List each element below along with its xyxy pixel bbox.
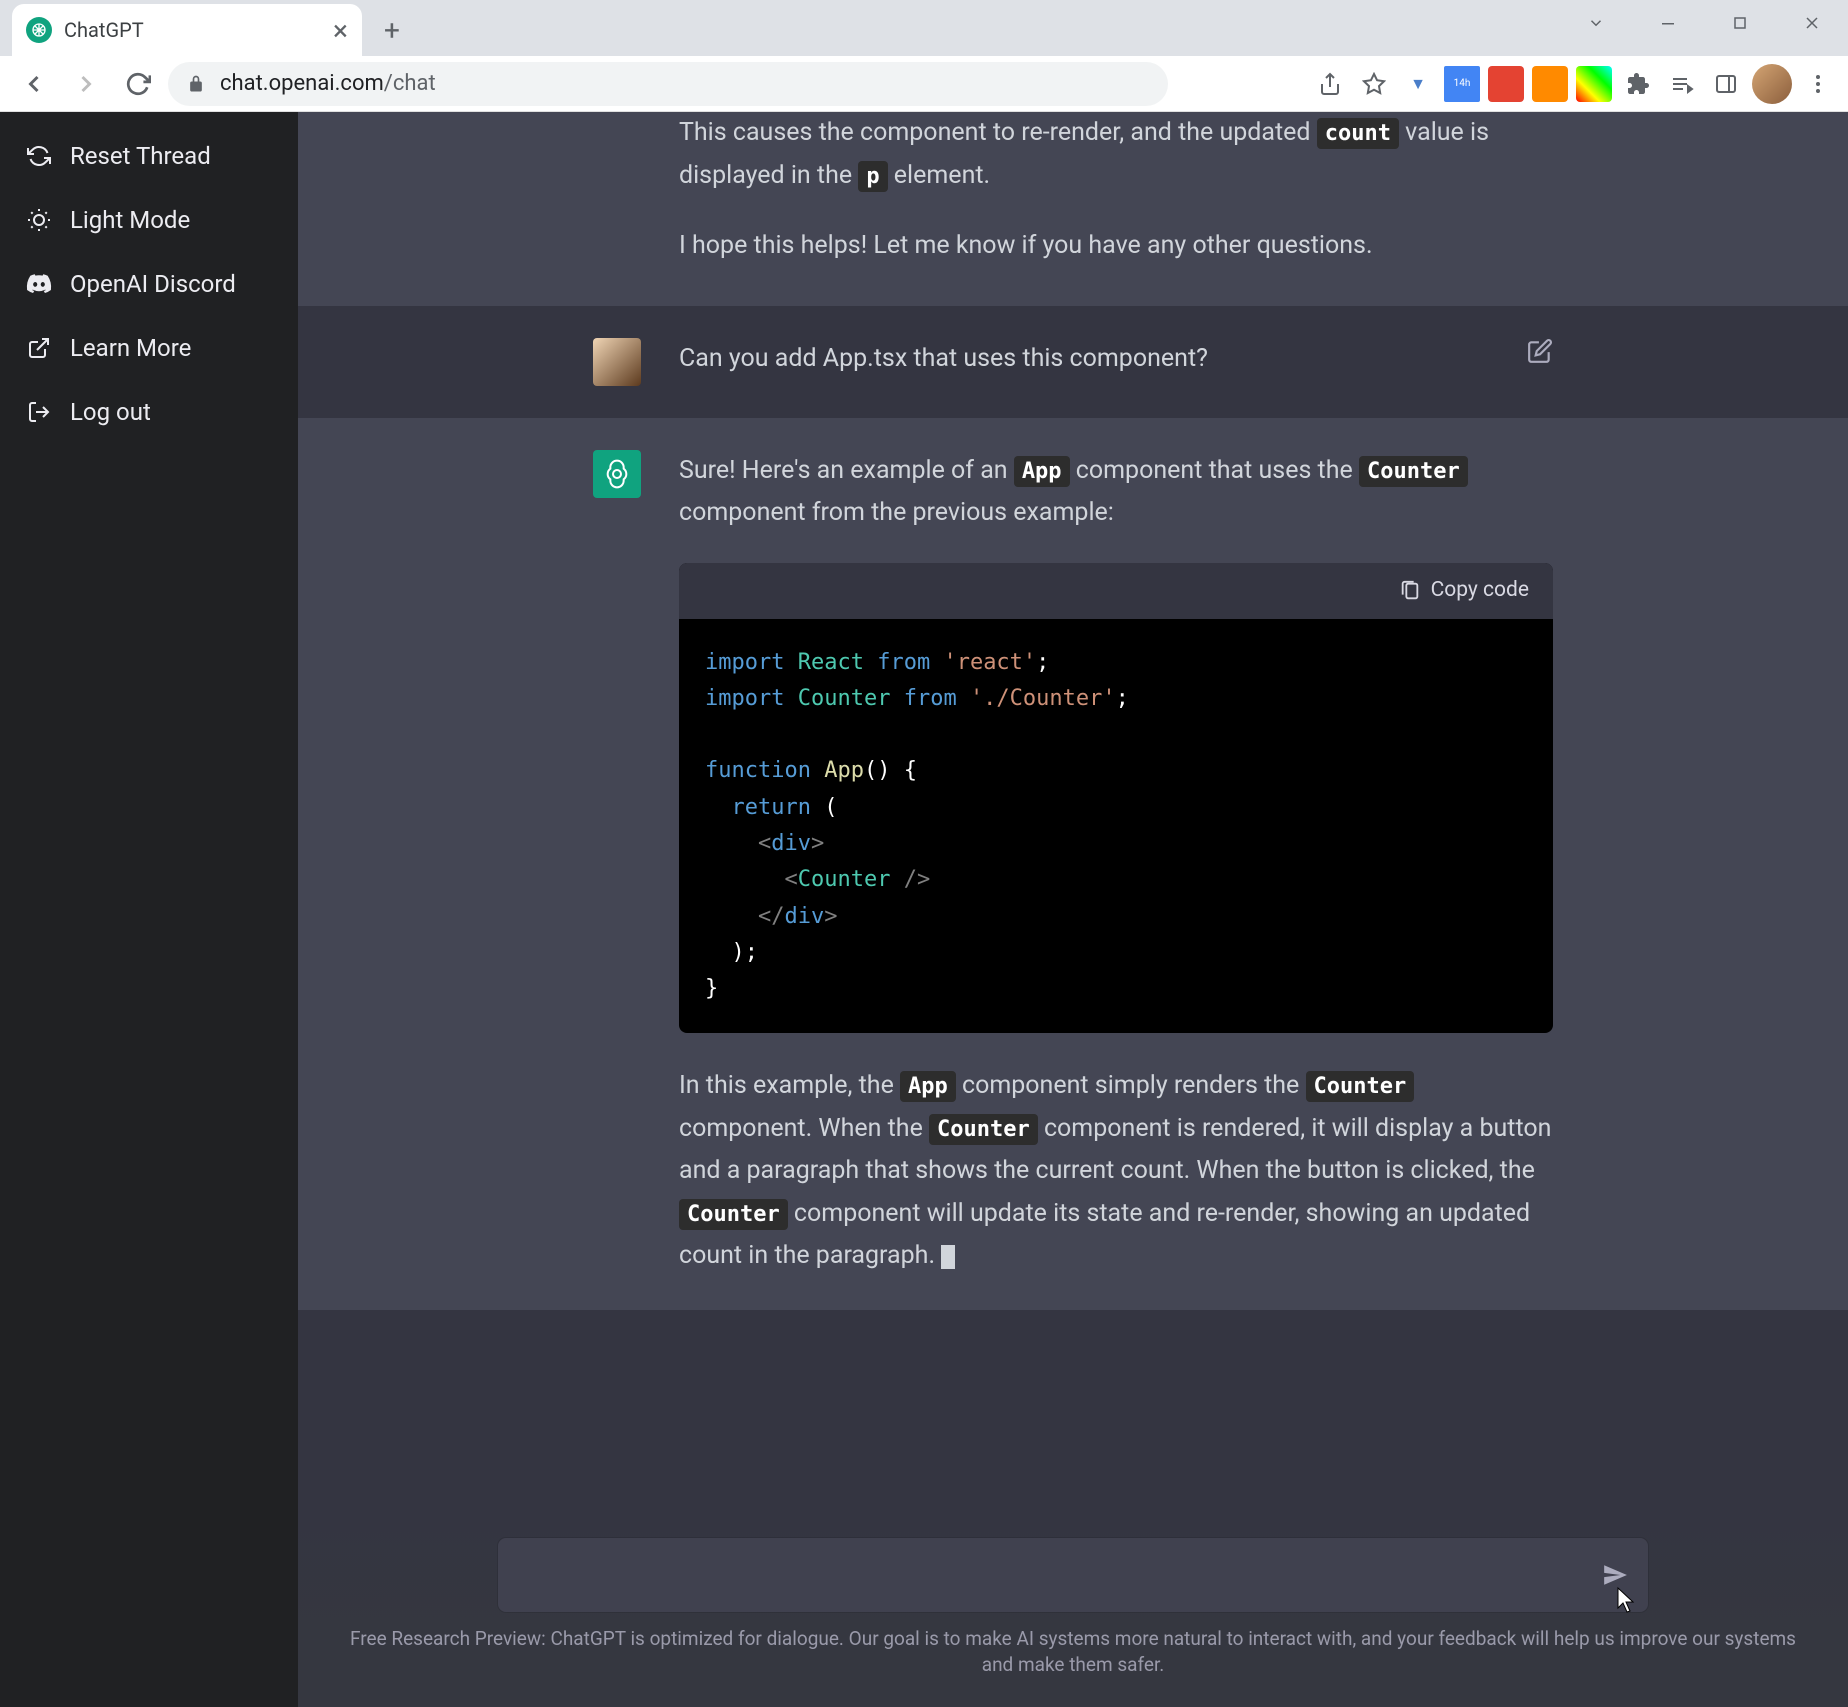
extensions-button[interactable] [1620,66,1656,102]
copy-code-button[interactable]: Copy code [1399,573,1529,609]
minimize-button[interactable] [1632,0,1704,45]
reload-button[interactable] [116,62,160,106]
browser-toolbar: chat.openai.com/chat ▼ 14h [0,56,1848,112]
code-content: import React from 'react'; import Counte… [679,619,1553,1034]
footer-disclaimer: Free Research Preview: ChatGPT is optimi… [298,1612,1848,1697]
sidebar-item-logout[interactable]: Log out [12,380,286,444]
side-panel-icon[interactable] [1708,66,1744,102]
extension-icon-4[interactable] [1532,66,1568,102]
browser-tab-bar: ChatGPT × + [0,0,1848,56]
message-user: Can you add App.tsx that uses this compo… [298,306,1848,418]
user-avatar [593,338,641,386]
sidebar-item-label: Log out [70,398,151,426]
profile-avatar[interactable] [1752,64,1792,104]
sidebar-item-label: OpenAI Discord [70,270,236,298]
message-input[interactable] [498,1538,1648,1612]
edit-icon[interactable] [1527,338,1553,364]
extension-icon-3[interactable] [1488,66,1524,102]
chrome-caret-icon[interactable] [1560,0,1632,45]
menu-icon[interactable] [1800,66,1836,102]
sidebar-item-reset[interactable]: Reset Thread [12,124,286,188]
maximize-button[interactable] [1704,0,1776,45]
sidebar-item-theme[interactable]: Light Mode [12,188,286,252]
sun-icon [26,207,52,233]
favicon [26,17,52,43]
share-icon[interactable] [1312,66,1348,102]
address-bar[interactable]: chat.openai.com/chat [168,62,1168,106]
message-text: Sure! Here's an example of an App compon… [679,450,1553,535]
mouse-cursor [1616,1586,1636,1614]
forward-button[interactable] [64,62,108,106]
external-icon [26,335,52,361]
bot-avatar [593,450,641,498]
code-block: Copy code import React from 'react'; imp… [679,563,1553,1034]
message-assistant: Sure! Here's an example of an App compon… [298,418,1848,1310]
sidebar-item-label: Reset Thread [70,142,211,170]
logout-icon [26,399,52,425]
back-button[interactable] [12,62,56,106]
send-button[interactable] [1602,1562,1628,1588]
typing-cursor [941,1245,955,1269]
extension-icon-1[interactable]: ▼ [1400,66,1436,102]
new-tab-button[interactable]: + [370,8,414,52]
message-text: Can you add App.tsx that uses this compo… [679,344,1208,373]
conversation-scroll[interactable]: This causes the component to re-render, … [298,112,1848,1518]
discord-icon [26,271,52,297]
input-area: Free Research Preview: ChatGPT is optimi… [298,1518,1848,1707]
message-text: This causes the component to re-render, … [679,112,1553,197]
sidebar: Reset Thread Light Mode OpenAI Discord L… [0,112,298,1707]
message-text: In this example, the App component simpl… [679,1065,1553,1278]
lock-icon [186,74,206,94]
sidebar-item-label: Learn More [70,334,191,362]
refresh-icon [26,143,52,169]
sidebar-item-learn[interactable]: Learn More [12,316,286,380]
message-assistant-prev: This causes the component to re-render, … [298,112,1848,306]
browser-tab[interactable]: ChatGPT × [12,4,362,56]
media-icon[interactable] [1664,66,1700,102]
main-content: This causes the component to re-render, … [298,112,1848,1707]
sidebar-item-label: Light Mode [70,206,190,234]
close-window-button[interactable] [1776,0,1848,45]
extension-icon-2[interactable]: 14h [1444,66,1480,102]
close-tab-icon[interactable]: × [333,14,348,47]
message-text: I hope this helps! Let me know if you ha… [679,225,1553,268]
url-text: chat.openai.com/chat [220,71,436,96]
bookmark-icon[interactable] [1356,66,1392,102]
tab-title: ChatGPT [64,18,321,42]
extension-icon-5[interactable] [1576,66,1612,102]
sidebar-item-discord[interactable]: OpenAI Discord [12,252,286,316]
